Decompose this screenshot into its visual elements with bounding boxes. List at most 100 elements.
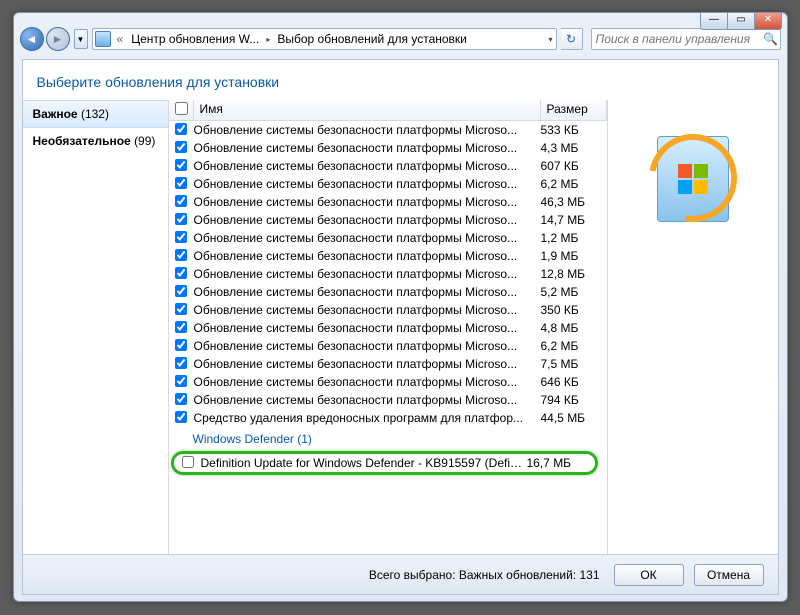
- update-size: 1,9 МБ: [541, 249, 607, 263]
- update-name: Обновление системы безопасности платформ…: [194, 375, 541, 389]
- highlighted-defender-row: Definition Update for Windows Defender -…: [171, 451, 598, 475]
- refresh-button[interactable]: ↻: [561, 28, 583, 50]
- breadcrumb-sep-icon: ▸: [263, 35, 273, 44]
- update-name: Обновление системы безопасности платформ…: [194, 213, 541, 227]
- update-name: Обновление системы безопасности платформ…: [194, 357, 541, 371]
- update-row[interactable]: Обновление системы безопасности платформ…: [169, 283, 607, 301]
- update-row[interactable]: Обновление системы безопасности платформ…: [169, 319, 607, 337]
- update-row[interactable]: Обновление системы безопасности платформ…: [169, 193, 607, 211]
- breadcrumb-root-sep: «: [113, 32, 128, 46]
- group-header-defender[interactable]: Windows Defender (1): [169, 427, 607, 449]
- update-row[interactable]: Обновление системы безопасности платформ…: [169, 157, 607, 175]
- column-name[interactable]: Имя: [194, 100, 541, 120]
- sidebar-item-0[interactable]: Важное (132): [23, 100, 168, 128]
- column-size[interactable]: Размер: [541, 100, 607, 120]
- update-row[interactable]: Обновление системы безопасности платформ…: [169, 391, 607, 409]
- update-size: 533 КБ: [541, 123, 607, 137]
- updates-list[interactable]: Обновление системы безопасности платформ…: [169, 121, 607, 554]
- details-pane: [608, 100, 778, 554]
- update-row[interactable]: Обновление системы безопасности платформ…: [169, 265, 607, 283]
- nav-history-dropdown[interactable]: ▼: [74, 29, 88, 49]
- nav-back-button[interactable]: ◄: [20, 27, 44, 51]
- update-row[interactable]: Обновление системы безопасности платформ…: [169, 229, 607, 247]
- update-checkbox[interactable]: [175, 141, 187, 153]
- maximize-button[interactable]: ▭: [727, 12, 755, 30]
- category-sidebar: Важное (132)Необязательное (99): [23, 100, 169, 554]
- sidebar-item-1[interactable]: Необязательное (99): [23, 128, 168, 154]
- update-size: 12,8 МБ: [541, 267, 607, 281]
- update-checkbox[interactable]: [175, 339, 187, 351]
- update-name: Обновление системы безопасности платформ…: [194, 159, 541, 173]
- update-name: Обновление системы безопасности платформ…: [194, 249, 541, 263]
- column-headers: Имя Размер: [169, 100, 607, 121]
- update-checkbox[interactable]: [175, 267, 187, 279]
- update-checkbox[interactable]: [175, 357, 187, 369]
- address-bar-dropdown[interactable]: ▾: [545, 35, 555, 44]
- update-name: Обновление системы безопасности платформ…: [194, 231, 541, 245]
- update-row[interactable]: Обновление системы безопасности платформ…: [169, 373, 607, 391]
- updates-list-panel: Имя Размер Обновление системы безопаснос…: [169, 100, 608, 554]
- update-size: 16,7 МБ: [527, 456, 593, 470]
- nav-bar: ◄ ► ▼ « Центр обновления W... ▸ Выбор об…: [14, 23, 787, 55]
- update-row[interactable]: Обновление системы безопасности платформ…: [169, 301, 607, 319]
- close-button[interactable]: ✕: [754, 12, 782, 30]
- update-name: Обновление системы безопасности платформ…: [194, 339, 541, 353]
- update-row[interactable]: Обновление системы безопасности платформ…: [169, 139, 607, 157]
- breadcrumb-root[interactable]: Центр обновления W...: [127, 32, 263, 46]
- update-row[interactable]: Обновление системы безопасности платформ…: [169, 211, 607, 229]
- select-updates-window: — ▭ ✕ ◄ ► ▼ « Центр обновления W... ▸ Вы…: [13, 12, 788, 602]
- update-name: Definition Update for Windows Defender -…: [201, 456, 527, 470]
- update-checkbox[interactable]: [175, 195, 187, 207]
- update-checkbox[interactable]: [182, 456, 194, 468]
- update-checkbox[interactable]: [175, 375, 187, 387]
- update-checkbox[interactable]: [175, 213, 187, 225]
- ok-button[interactable]: ОК: [614, 564, 684, 586]
- update-checkbox[interactable]: [175, 249, 187, 261]
- select-all-checkbox[interactable]: [169, 100, 194, 120]
- update-name: Обновление системы безопасности платформ…: [194, 285, 541, 299]
- update-checkbox[interactable]: [175, 321, 187, 333]
- search-box[interactable]: 🔍: [591, 28, 781, 50]
- update-row[interactable]: Обновление системы безопасности платформ…: [169, 355, 607, 373]
- breadcrumb-current[interactable]: Выбор обновлений для установки: [273, 32, 471, 46]
- update-size: 14,7 МБ: [541, 213, 607, 227]
- nav-forward-button[interactable]: ►: [46, 27, 70, 51]
- update-name: Обновление системы безопасности платформ…: [194, 141, 541, 155]
- update-checkbox[interactable]: [175, 303, 187, 315]
- update-checkbox[interactable]: [175, 177, 187, 189]
- address-bar[interactable]: « Центр обновления W... ▸ Выбор обновлен…: [92, 28, 557, 50]
- minimize-button[interactable]: —: [700, 12, 728, 30]
- update-checkbox[interactable]: [175, 285, 187, 297]
- update-size: 646 КБ: [541, 375, 607, 389]
- update-row[interactable]: Обновление системы безопасности платформ…: [169, 175, 607, 193]
- update-size: 4,8 МБ: [541, 321, 607, 335]
- update-size: 1,2 МБ: [541, 231, 607, 245]
- window-controls: — ▭ ✕: [701, 12, 782, 30]
- update-name: Обновление системы безопасности платформ…: [194, 393, 541, 407]
- update-size: 350 КБ: [541, 303, 607, 317]
- update-size: 4,3 МБ: [541, 141, 607, 155]
- update-name: Обновление системы безопасности платформ…: [194, 177, 541, 191]
- cancel-button[interactable]: Отмена: [694, 564, 764, 586]
- update-checkbox[interactable]: [175, 411, 187, 423]
- update-name: Обновление системы безопасности платформ…: [194, 123, 541, 137]
- update-name: Обновление системы безопасности платформ…: [194, 195, 541, 209]
- update-checkbox[interactable]: [175, 393, 187, 405]
- update-checkbox[interactable]: [175, 231, 187, 243]
- update-row[interactable]: Обновление системы безопасности платформ…: [169, 337, 607, 355]
- update-row[interactable]: Обновление системы безопасности платформ…: [169, 121, 607, 139]
- update-size: 6,2 МБ: [541, 177, 607, 191]
- update-row[interactable]: Средство удаления вредоносных программ д…: [169, 409, 607, 427]
- search-input[interactable]: [592, 32, 762, 46]
- update-checkbox[interactable]: [175, 123, 187, 135]
- update-name: Обновление системы безопасности платформ…: [194, 321, 541, 335]
- update-name: Средство удаления вредоносных программ д…: [194, 411, 541, 425]
- update-row[interactable]: Обновление системы безопасности платформ…: [169, 247, 607, 265]
- update-size: 794 КБ: [541, 393, 607, 407]
- update-size: 607 КБ: [541, 159, 607, 173]
- titlebar: [14, 13, 787, 23]
- footer-bar: Всего выбрано: Важных обновлений: 131 ОК…: [23, 554, 778, 594]
- update-checkbox[interactable]: [175, 159, 187, 171]
- update-size: 6,2 МБ: [541, 339, 607, 353]
- update-row[interactable]: Definition Update for Windows Defender -…: [176, 454, 593, 472]
